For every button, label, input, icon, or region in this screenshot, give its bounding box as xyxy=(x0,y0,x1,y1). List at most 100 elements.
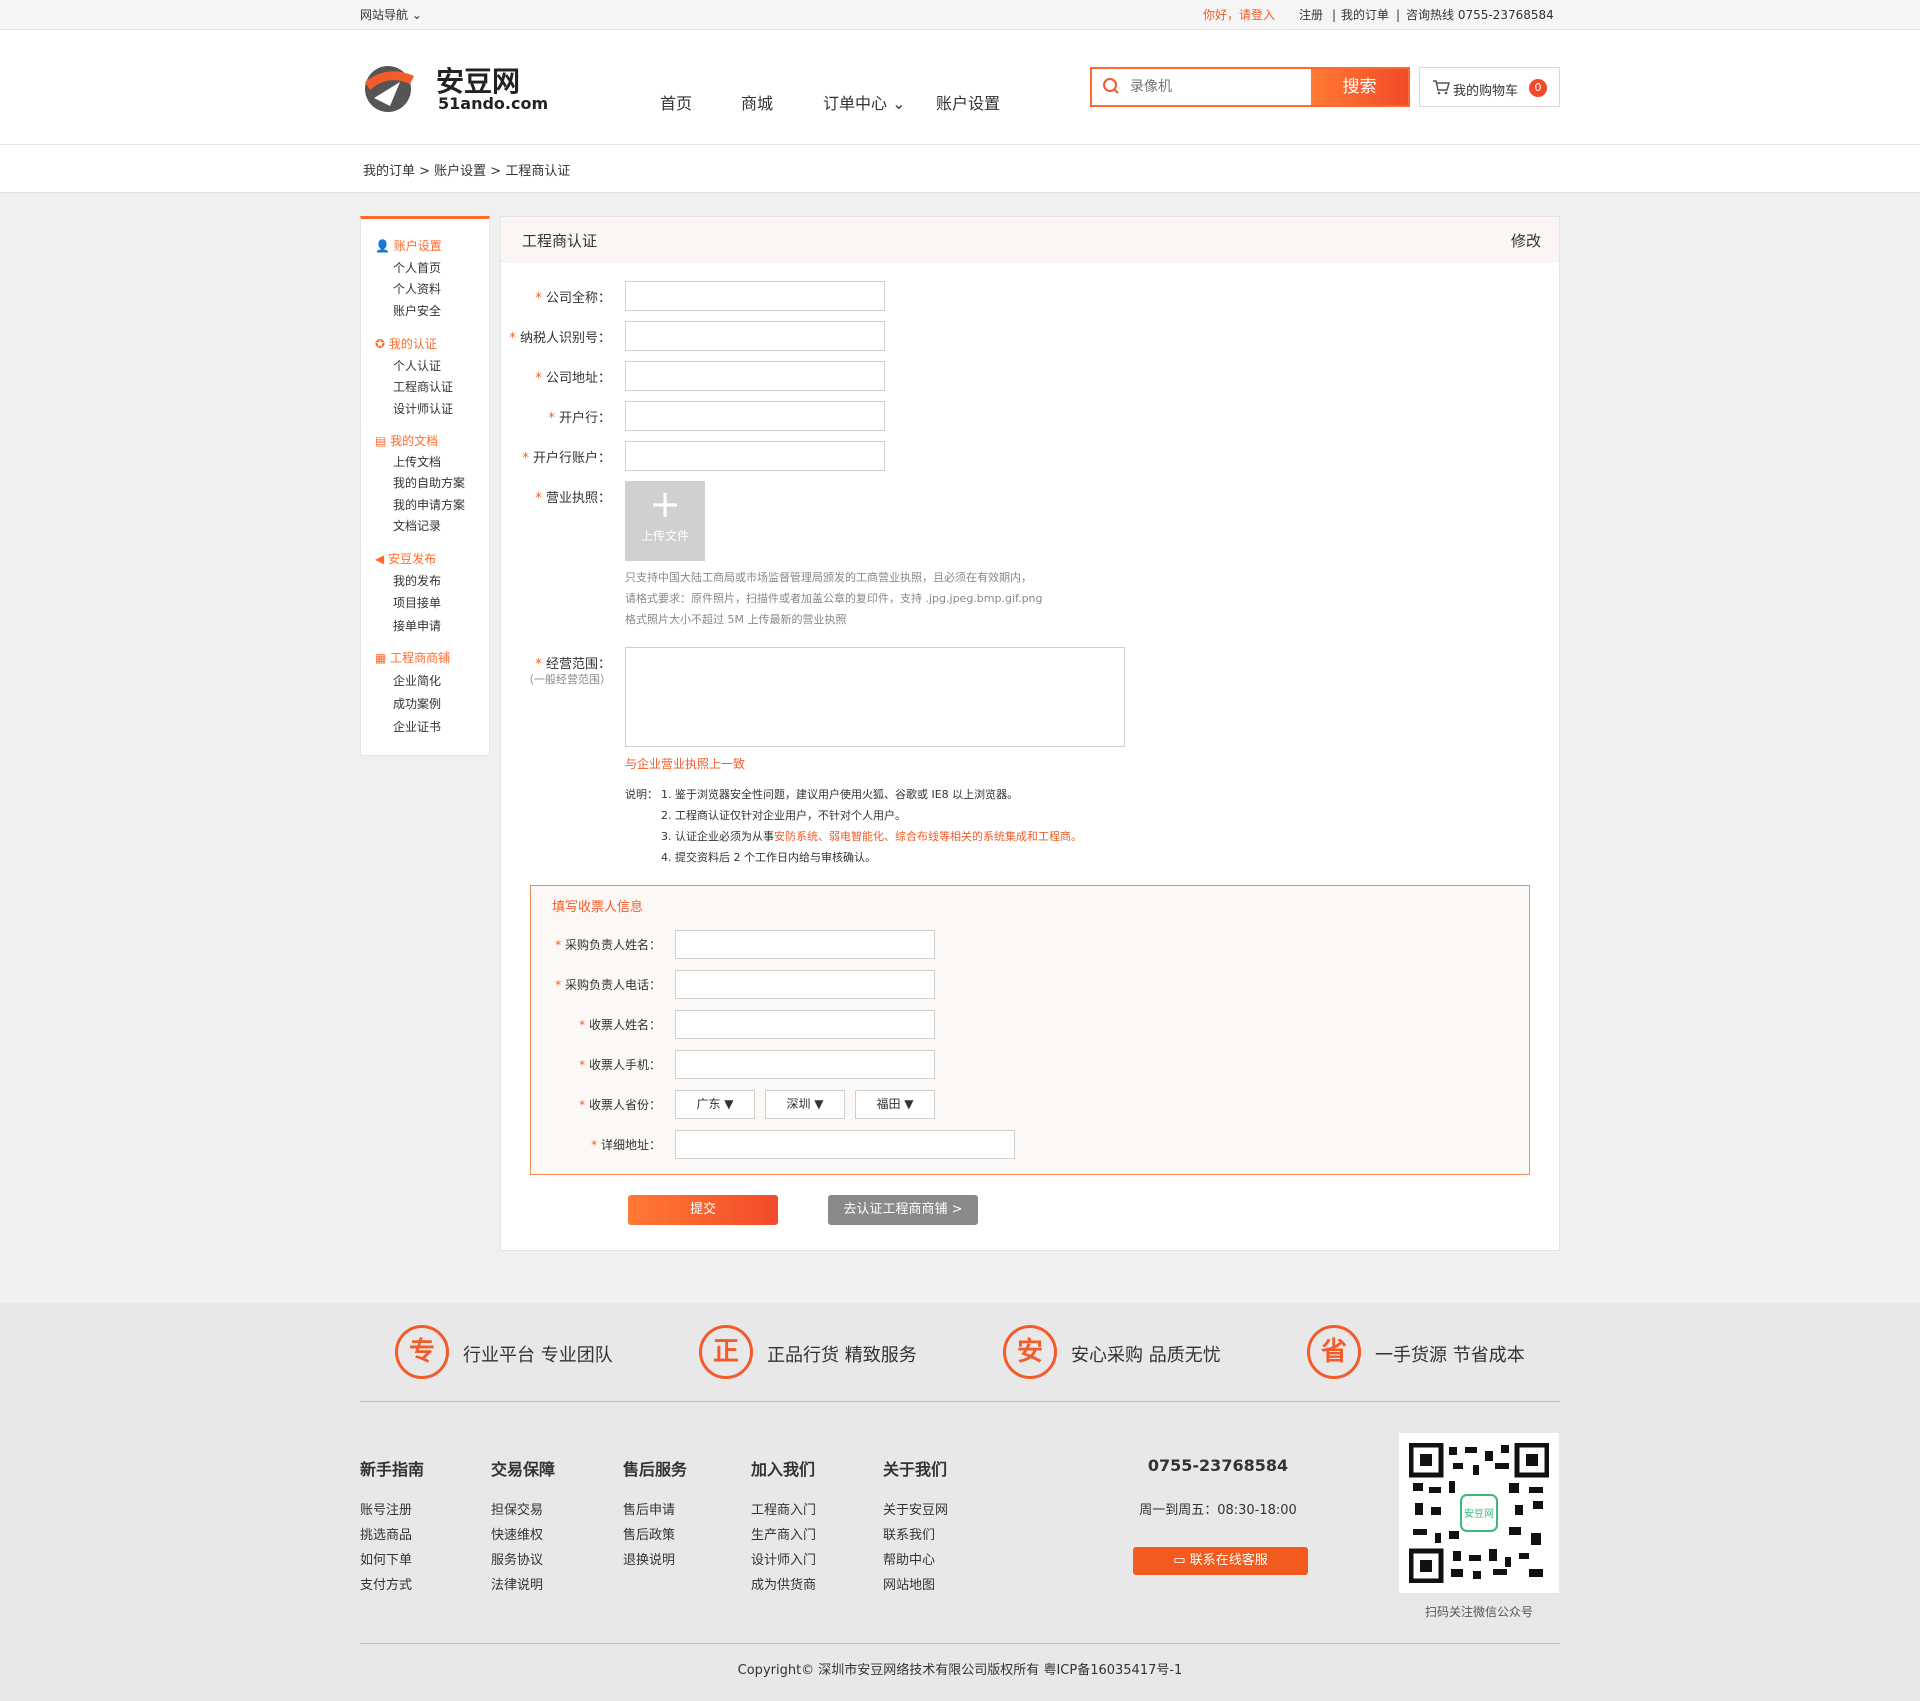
receiver-mobile-input[interactable] xyxy=(675,1050,935,1079)
panel-header: 工程商认证 修改 xyxy=(501,217,1559,262)
footer-link[interactable]: 挑选商品 xyxy=(360,1524,412,1543)
footer-link[interactable]: 联系我们 xyxy=(883,1524,935,1543)
buyer-phone-input[interactable] xyxy=(675,970,935,999)
online-service-button[interactable]: ▭ 联系在线客服 xyxy=(1133,1547,1308,1575)
header: 安豆网 51ando.com 首页 商城 订单中心 ⌄ 账户设置 xyxy=(0,30,1920,144)
chevron-down-icon: ⌄ xyxy=(411,8,422,22)
footer-phone: 0755-23768584 xyxy=(1147,1456,1289,1475)
scope-hint: 与企业营业执照上一致 xyxy=(625,757,746,771)
qr-caption: 扫码关注微信公众号 xyxy=(1424,1605,1533,1619)
address-input[interactable] xyxy=(625,361,885,391)
footer-link[interactable]: 担保交易 xyxy=(491,1499,543,1518)
sidebar-item[interactable]: 文档记录 xyxy=(393,517,441,534)
sidebar-item[interactable]: 企业简化 xyxy=(393,672,441,689)
my-orders-link[interactable]: 我的订单 xyxy=(1341,0,1389,30)
search-box: 搜索 xyxy=(1090,67,1410,107)
sidebar-item[interactable]: 设计师认证 xyxy=(393,400,453,417)
sidebar-item[interactable]: 个人首页 xyxy=(393,259,441,276)
company-name-label: * 公司全称： xyxy=(535,291,611,306)
sidebar-group-docs[interactable]: ▤ 我的文档 xyxy=(375,432,438,449)
city-select[interactable]: 深圳 ▼ xyxy=(765,1090,845,1119)
login-link[interactable]: 你好，请登入 xyxy=(1203,0,1275,30)
footer-link[interactable]: 工程商入门 xyxy=(751,1499,816,1518)
footer-link[interactable]: 支付方式 xyxy=(360,1574,412,1593)
footer-link[interactable]: 法律说明 xyxy=(491,1574,543,1593)
badge-check-icon: ✪ xyxy=(375,337,386,351)
footer-link[interactable]: 服务协议 xyxy=(491,1549,543,1568)
footer-link[interactable]: 成为供货商 xyxy=(751,1574,816,1593)
footer-link[interactable]: 网站地图 xyxy=(883,1574,935,1593)
sidebar-item[interactable]: 我的申请方案 xyxy=(393,496,465,513)
safe-icon: 安 xyxy=(1003,1325,1057,1379)
detail-address-input[interactable] xyxy=(675,1130,1015,1159)
bank-account-input[interactable] xyxy=(625,441,885,471)
cart-icon xyxy=(1433,80,1450,95)
nav-order-center[interactable]: 订单中心 ⌄ xyxy=(823,90,906,114)
shop-cert-button[interactable]: 去认证工程商商铺 > xyxy=(828,1195,978,1225)
sidebar-group-cert[interactable]: ✪ 我的认证 xyxy=(375,335,437,352)
sidebar-item[interactable]: 我的自助方案 xyxy=(393,474,465,491)
logo[interactable]: 安豆网 51ando.com xyxy=(360,62,548,118)
cart-label: 我的购物车 xyxy=(1453,84,1519,99)
district-select[interactable]: 福田 ▼ xyxy=(855,1090,935,1119)
explain-item: 1. 鉴于浏览器安全性问题，建议用户使用火狐、谷歌或 IE8 以上浏览器。 xyxy=(661,788,1019,801)
footer-link[interactable]: 生产商入门 xyxy=(751,1524,816,1543)
sidebar-group-shop[interactable]: ▦ 工程商商铺 xyxy=(375,649,450,666)
tax-id-input[interactable] xyxy=(625,321,885,351)
tax-id-label: * 纳税人识别号： xyxy=(509,331,611,346)
sidebar-item[interactable]: 接单申请 xyxy=(393,617,441,634)
sidebar-group-publish[interactable]: ◀ 安豆发布 xyxy=(375,550,436,567)
footer-col-title: 交易保障 xyxy=(491,1460,556,1479)
sidebar-item[interactable]: 上传文档 xyxy=(393,453,441,470)
nav-mall[interactable]: 商城 xyxy=(741,90,773,114)
sidebar-item[interactable]: 项目接单 xyxy=(393,594,441,611)
logo-domain: 51ando.com xyxy=(438,94,549,113)
buyer-name-label: * 采购负责人姓名： xyxy=(555,938,661,952)
search-input[interactable] xyxy=(1130,75,1300,99)
sidebar-item[interactable]: 工程商认证 xyxy=(393,378,453,395)
sidebar-item[interactable]: 个人资料 xyxy=(393,280,441,297)
receiver-name-input[interactable] xyxy=(675,1010,935,1039)
submit-button[interactable]: 提交 xyxy=(628,1195,778,1225)
divider: | xyxy=(1396,8,1401,22)
footer-link[interactable]: 如何下单 xyxy=(360,1549,412,1568)
footer-link[interactable]: 账号注册 xyxy=(360,1499,412,1518)
feature-text: 一手货源 节省成本 xyxy=(1375,1345,1525,1366)
sidebar-group-account[interactable]: 👤 账户设置 xyxy=(375,237,442,254)
footer-link[interactable]: 帮助中心 xyxy=(883,1549,935,1568)
upload-license-button[interactable]: + 上传文件 xyxy=(625,481,705,561)
breadcrumb: 我的订单 > 账户设置 > 工程商认证 xyxy=(363,164,571,179)
breadcrumb-bar: 我的订单 > 账户设置 > 工程商认证 xyxy=(0,144,1920,193)
wechat-qr-code: 安豆网 xyxy=(1399,1433,1559,1593)
scope-textarea[interactable] xyxy=(625,647,1125,747)
edit-link[interactable]: 修改 xyxy=(1511,230,1541,251)
sidebar-item[interactable]: 个人认证 xyxy=(393,357,441,374)
sidebar-item[interactable]: 成功案例 xyxy=(393,695,441,712)
footer-link[interactable]: 快速维权 xyxy=(491,1524,543,1543)
feature-text: 安心采购 品质无忧 xyxy=(1071,1345,1221,1366)
site-nav-link[interactable]: 网站导航 ⌄ xyxy=(360,0,422,30)
footer-link[interactable]: 关于安豆网 xyxy=(883,1499,948,1518)
footer-link[interactable]: 退换说明 xyxy=(623,1549,675,1568)
footer-link[interactable]: 售后政策 xyxy=(623,1524,675,1543)
bank-input[interactable] xyxy=(625,401,885,431)
footer-link[interactable]: 售后申请 xyxy=(623,1499,675,1518)
top-bar: 网站导航 ⌄ 你好，请登入 注册 | 我的订单 | 咨询热线 0755-2376… xyxy=(0,0,1920,30)
megaphone-icon: ◀ xyxy=(375,552,385,566)
search-button[interactable]: 搜索 xyxy=(1311,69,1408,105)
company-name-input[interactable] xyxy=(625,281,885,311)
upload-label: 上传文件 xyxy=(640,529,689,543)
nav-home[interactable]: 首页 xyxy=(660,90,692,114)
buyer-name-input[interactable] xyxy=(675,930,935,959)
sidebar-item[interactable]: 企业证书 xyxy=(393,718,441,735)
sidebar-item[interactable]: 账户安全 xyxy=(393,302,441,319)
sidebar-item[interactable]: 我的发布 xyxy=(393,572,441,589)
register-link[interactable]: 注册 xyxy=(1299,0,1323,30)
footer-col-title: 加入我们 xyxy=(751,1460,816,1479)
feature-text: 行业平台 专业团队 xyxy=(463,1345,613,1366)
document-icon: ▤ xyxy=(375,434,387,448)
footer-link[interactable]: 设计师入门 xyxy=(751,1549,816,1568)
cart-button[interactable]: 我的购物车 0 xyxy=(1419,67,1560,107)
province-select[interactable]: 广东 ▼ xyxy=(675,1090,755,1119)
nav-account[interactable]: 账户设置 xyxy=(936,90,1000,114)
